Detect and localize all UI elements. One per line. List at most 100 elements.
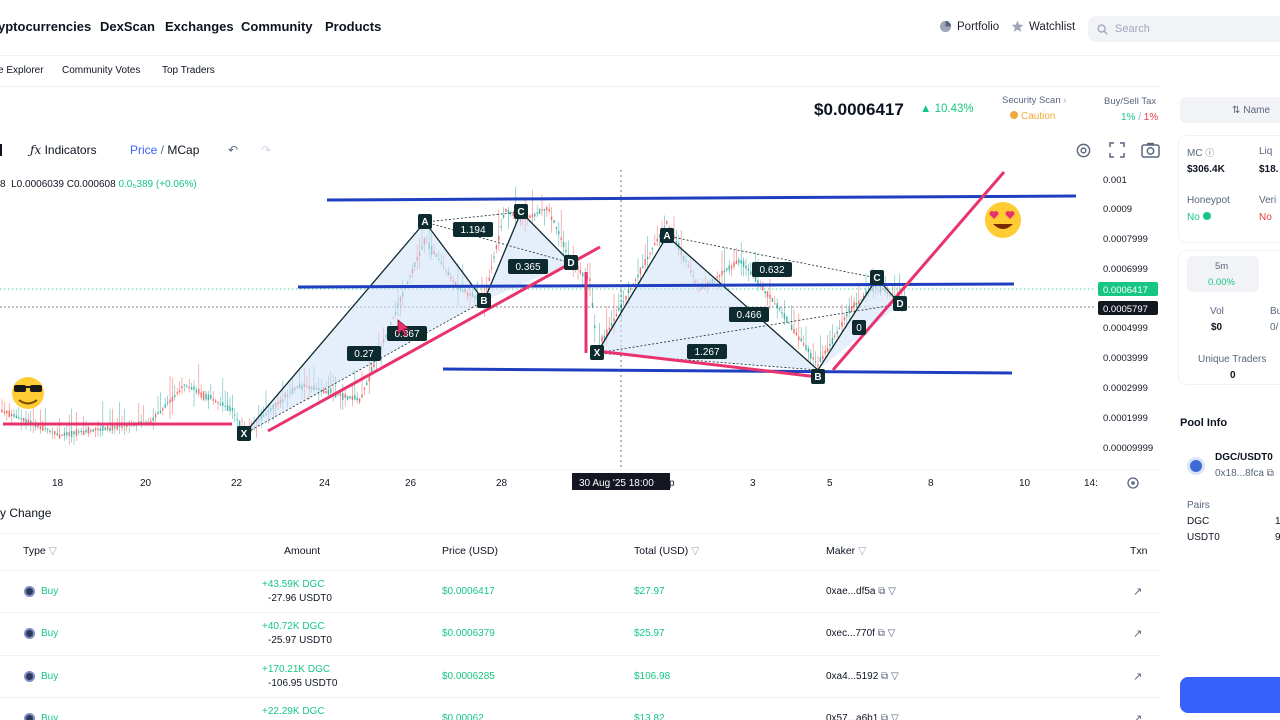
copy-icon[interactable]: ⧉ — [878, 586, 885, 597]
candle-body — [550, 216, 553, 220]
pattern-point-markers: X A B C D X A B C D 0 — [237, 204, 907, 441]
copy-icon[interactable]: ⧉ — [881, 713, 888, 720]
watchlist-link[interactable]: Watchlist — [1011, 20, 1075, 33]
candle-body — [339, 392, 342, 396]
candle-body — [121, 426, 123, 428]
subnav-community-votes[interactable]: Community Votes — [62, 65, 140, 76]
subnav-divider — [0, 86, 1160, 87]
trade-maker-address: 0xa4...5192 — [826, 671, 879, 682]
top-navigation: yptocurrencies DexScan Exchanges Communi… — [0, 0, 1280, 56]
trade-amount-in: +22.29K DGC — [262, 706, 325, 717]
candle-body — [176, 392, 178, 394]
candle-body — [150, 420, 152, 423]
candle-body — [582, 272, 584, 277]
nav-products[interactable]: Products — [325, 19, 381, 34]
candle-body — [836, 331, 838, 334]
external-link-icon[interactable]: ↗ — [1133, 712, 1142, 720]
price-chart[interactable]: XABCDXABCD0 1.1940.3650.270.3670.6320.46… — [0, 160, 1160, 500]
subnav-top-traders[interactable]: Top Traders — [162, 65, 215, 76]
filter-icon[interactable]: ▽ — [691, 545, 699, 557]
tax-value: 1% / 1% — [1121, 112, 1158, 123]
candle-body — [642, 265, 644, 268]
indicators-button[interactable]: ƒx Indicators — [30, 143, 97, 157]
candle-body — [15, 415, 18, 418]
subnav-explorer[interactable]: e Explorer — [0, 65, 44, 76]
candle-body — [111, 424, 114, 431]
candle-body — [591, 302, 594, 307]
filter-icon[interactable]: ▽ — [891, 713, 899, 720]
nav-dexscan[interactable]: DexScan — [100, 19, 155, 34]
nav-cryptocurrencies[interactable]: yptocurrencies — [0, 19, 91, 34]
trade-button[interactable] — [1180, 677, 1280, 713]
candle-body — [358, 398, 361, 403]
trade-total: $13.82 — [634, 713, 665, 720]
pattern-point-label: C — [873, 273, 880, 284]
search-input[interactable]: Search — [1088, 16, 1280, 42]
nav-community[interactable]: Community — [241, 19, 313, 34]
total-column-header[interactable]: Total (USD) ▽ — [634, 545, 699, 557]
filter-icon[interactable]: ▽ — [888, 586, 896, 597]
external-link-icon[interactable]: ↗ — [1133, 627, 1142, 640]
trade-maker-address: 0x57...a6b1 — [826, 713, 879, 720]
copy-icon[interactable]: ⧉ — [878, 628, 885, 639]
candle-body — [766, 291, 769, 297]
candle-body — [44, 428, 46, 430]
candle-body — [601, 336, 603, 342]
maker-column-header[interactable]: Maker ▽ — [826, 545, 866, 557]
filter-icon[interactable]: ▽ — [858, 545, 866, 557]
mcap-toggle[interactable]: MCap — [167, 143, 199, 157]
trade-price: $0.00062 — [442, 713, 484, 720]
timeframe-change: 0.00% — [1208, 277, 1235, 288]
candle-body — [649, 252, 651, 254]
external-link-icon[interactable]: ↗ — [1133, 585, 1142, 598]
candle-body — [654, 243, 656, 245]
candle-body — [666, 220, 668, 224]
trade-maker[interactable]: 0xa4...5192 ⧉ ▽ — [826, 671, 899, 682]
candle-body — [769, 294, 771, 299]
filter-icon[interactable]: ▽ — [888, 628, 896, 639]
candle-body — [51, 431, 54, 433]
candle-body — [757, 280, 759, 284]
candle-body — [838, 327, 841, 329]
candle-body — [39, 426, 42, 430]
candle-body — [85, 430, 87, 433]
fullscreen-icon[interactable] — [1109, 142, 1125, 158]
candle-body — [3, 411, 6, 414]
candle-body — [630, 288, 632, 290]
candle-body — [826, 348, 829, 352]
candle-body — [750, 271, 752, 275]
maker-header-text: Maker — [826, 545, 856, 557]
trade-maker[interactable]: 0xec...770f ⧉ ▽ — [826, 628, 895, 639]
axis-settings-icon[interactable] — [1127, 477, 1139, 489]
nav-exchanges[interactable]: Exchanges — [165, 19, 234, 34]
camera-icon[interactable] — [1141, 142, 1160, 158]
current-price-tag-label: 0.0006417 — [1103, 285, 1148, 296]
candle-body — [102, 425, 104, 431]
security-scan-label[interactable]: Security Scan › — [1002, 95, 1066, 106]
copy-icon[interactable]: ⧉ — [1267, 468, 1274, 479]
filter-icon[interactable]: ▽ — [49, 545, 57, 557]
candle-body — [603, 335, 606, 339]
token-price: $0.0006417 — [814, 100, 904, 119]
security-scan-text: Security Scan — [1002, 95, 1061, 106]
price-toggle[interactable]: Price — [130, 143, 157, 157]
time-axis-tick: 5 — [827, 478, 833, 489]
pool-pair-name[interactable]: DGC/USDT0 — [1215, 452, 1273, 463]
trade-maker[interactable]: 0xae...df5a ⧉ ▽ — [826, 586, 896, 597]
candle-body — [500, 226, 502, 228]
undo-icon[interactable]: ↶ — [228, 143, 238, 157]
copy-icon[interactable]: ⧉ — [881, 671, 888, 682]
price-mcap-toggle[interactable]: Price / MCap — [130, 143, 199, 157]
trade-maker[interactable]: 0x57...a6b1 ⧉ ▽ — [826, 713, 899, 720]
price-axis-tick: 0.001 — [1103, 175, 1127, 186]
portfolio-link[interactable]: Portfolio — [939, 20, 999, 33]
candle-body — [651, 247, 654, 250]
filter-icon[interactable]: ▽ — [891, 671, 899, 682]
name-tab[interactable]: ⇅ Name — [1180, 97, 1280, 123]
external-link-icon[interactable]: ↗ — [1133, 670, 1142, 683]
redo-icon[interactable]: ↷ — [261, 143, 271, 157]
settings-icon[interactable] — [1075, 142, 1092, 159]
type-column-header[interactable]: Type ▽ — [23, 545, 57, 557]
candle-body — [618, 307, 620, 311]
candle-body — [154, 414, 157, 418]
